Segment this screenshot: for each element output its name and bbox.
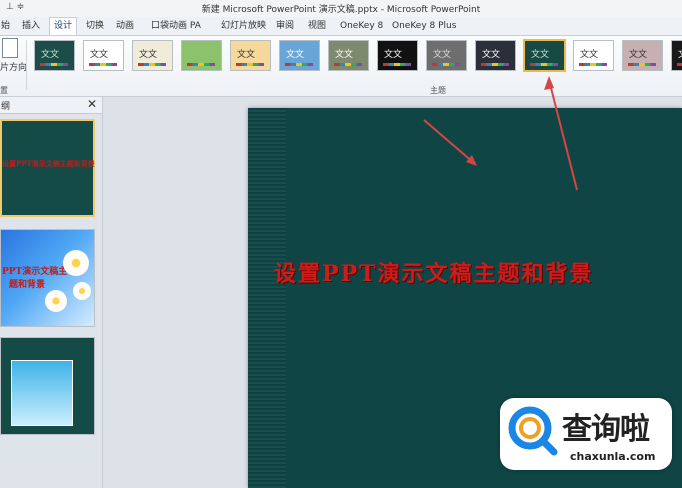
arrow-to-selected-theme xyxy=(544,76,578,191)
watermark: 查询啦 chaxunla.com xyxy=(500,398,672,470)
magnifier-logo-icon xyxy=(508,406,558,456)
watermark-brand: 查询啦 xyxy=(562,412,650,447)
arrow-to-slide xyxy=(423,119,477,166)
watermark-url: chaxunla.com xyxy=(570,450,656,463)
